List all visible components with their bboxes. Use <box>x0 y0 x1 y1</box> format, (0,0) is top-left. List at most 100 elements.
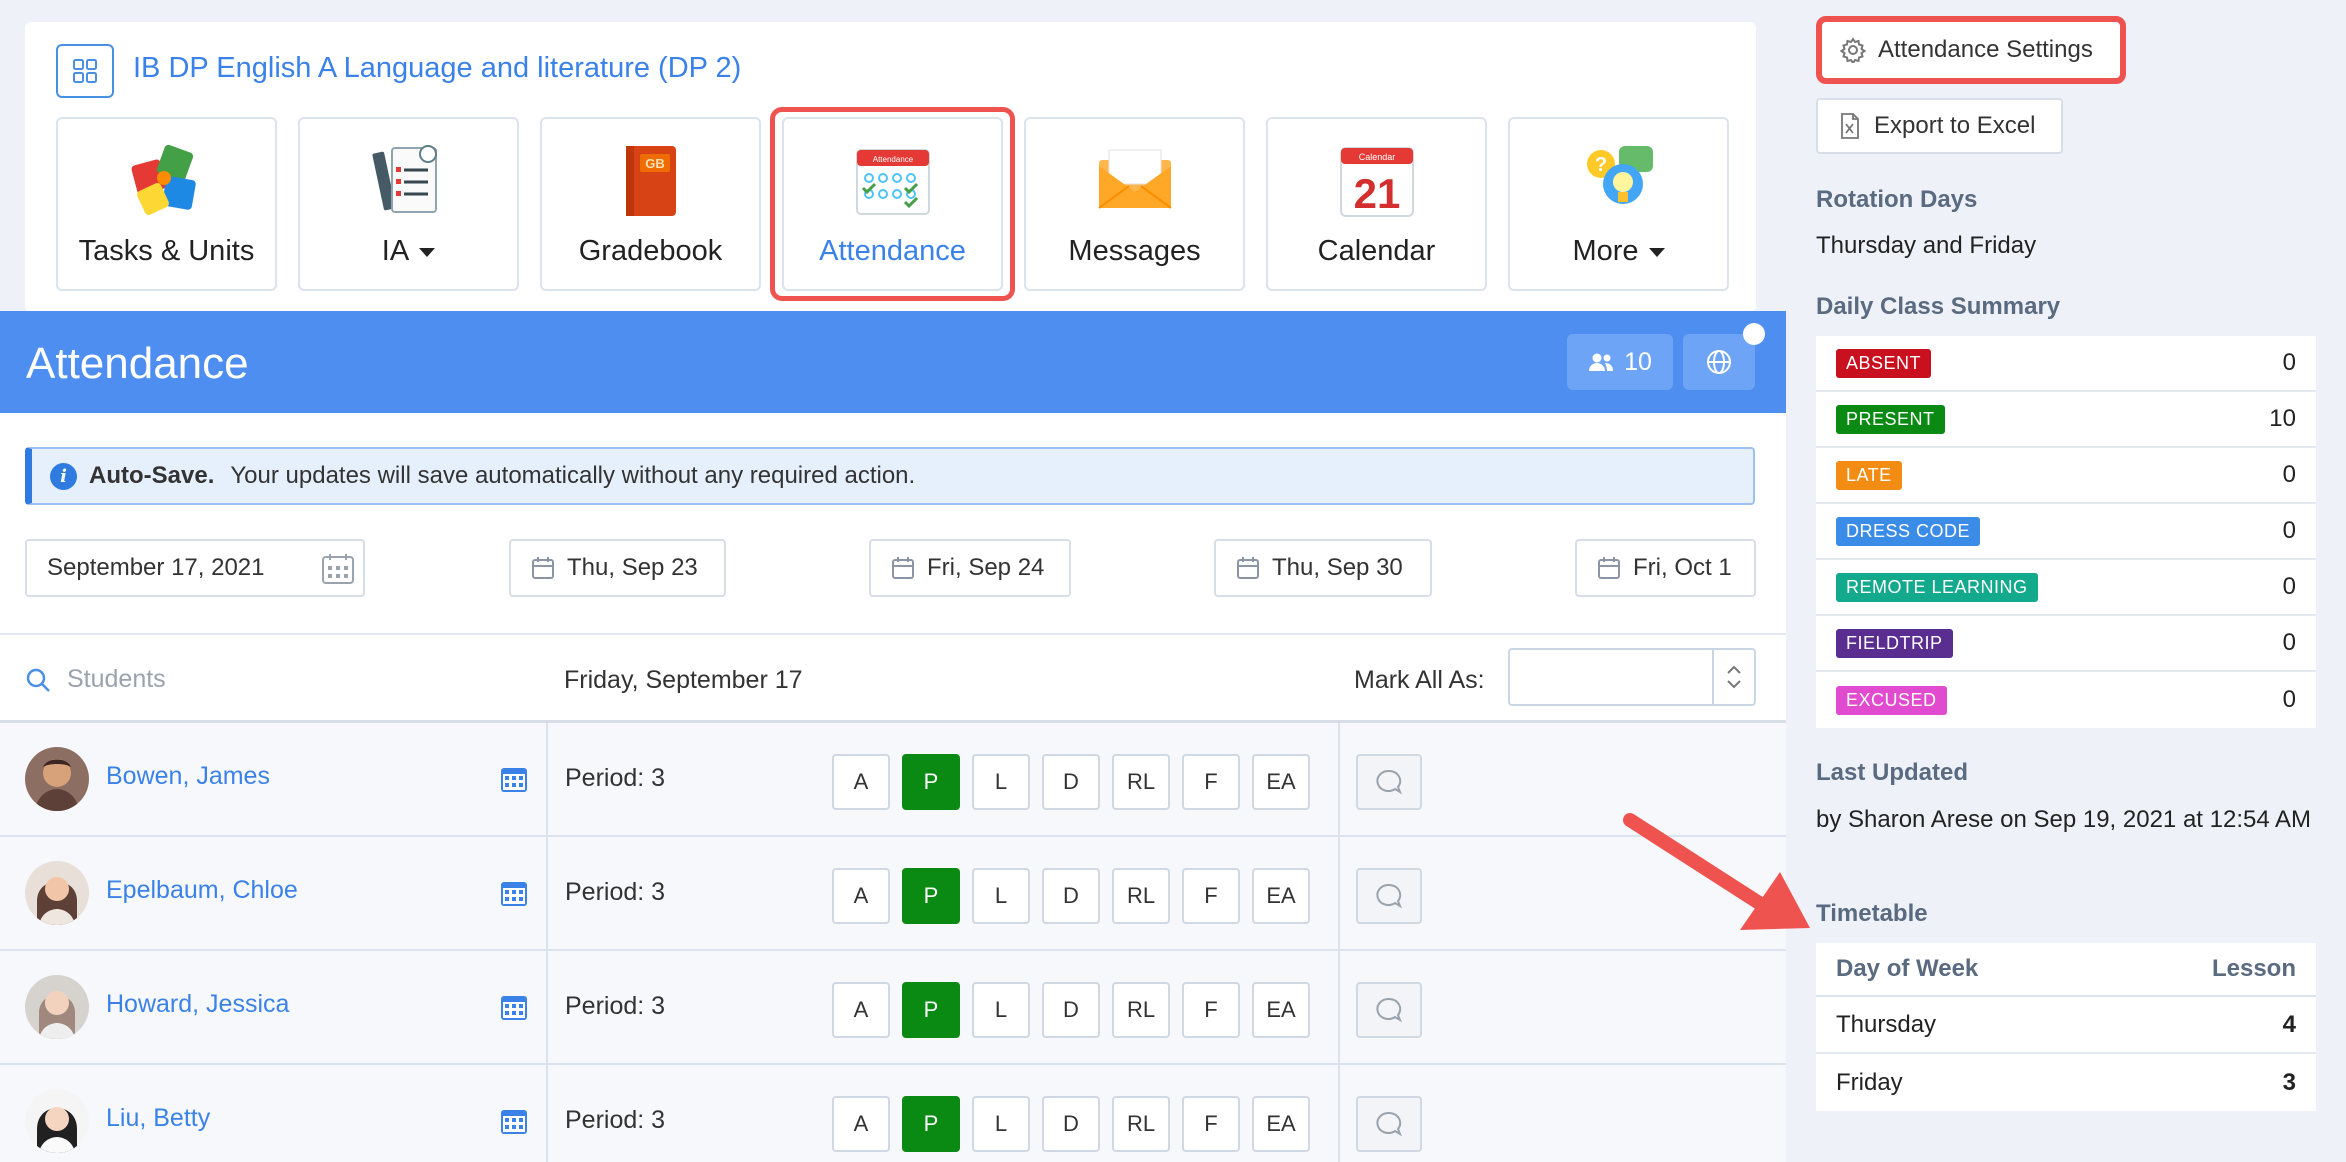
status-rl-button[interactable]: RL <box>1112 754 1170 810</box>
calendar-grid-icon[interactable] <box>500 1107 528 1135</box>
calendar-icon <box>1598 557 1620 579</box>
tile-ia[interactable]: IA <box>298 117 519 291</box>
student-count-button[interactable]: 10 <box>1567 334 1673 390</box>
select-stepper[interactable] <box>1712 650 1754 704</box>
column-header-day: Day of Week <box>1836 955 1979 982</box>
search-input[interactable] <box>67 665 467 694</box>
attendance-settings-button[interactable]: Attendance Settings <box>1816 16 2126 84</box>
status-f-button[interactable]: F <box>1182 1096 1240 1152</box>
tile-more[interactable]: ? More <box>1508 117 1729 291</box>
tile-label: Gradebook <box>578 235 723 267</box>
date-button-sep-30[interactable]: Thu, Sep 30 <box>1214 539 1432 597</box>
tile-label: Messages <box>1068 235 1201 267</box>
date-button-oct-1[interactable]: Fri, Oct 1 <box>1575 539 1756 597</box>
status-d-button[interactable]: D <box>1042 754 1100 810</box>
attendance-banner: Attendance 10 <box>0 311 1786 413</box>
date-button-sep-24[interactable]: Fri, Sep 24 <box>869 539 1071 597</box>
language-button[interactable] <box>1683 334 1755 390</box>
status-p-button[interactable]: P <box>902 868 960 924</box>
student-cell: Howard, Jessica <box>0 951 548 1063</box>
status-ea-button[interactable]: EA <box>1252 868 1310 924</box>
period-label: Period: 3 <box>565 764 666 792</box>
tile-label: Tasks & Units <box>78 235 255 267</box>
status-code-group: A P L D RL F EA <box>832 868 1322 924</box>
status-rl-button[interactable]: RL <box>1112 982 1170 1038</box>
date-button-sep-23[interactable]: Thu, Sep 23 <box>509 539 726 597</box>
chevron-up-icon <box>1727 665 1741 674</box>
summary-row-excused: EXCUSED 0 <box>1816 672 2316 728</box>
period-label: Period: 3 <box>565 992 666 1020</box>
status-rl-button[interactable]: RL <box>1112 1096 1170 1152</box>
status-f-button[interactable]: F <box>1182 868 1240 924</box>
student-name[interactable]: Liu, Betty <box>106 1104 210 1133</box>
comment-button[interactable] <box>1356 1096 1422 1152</box>
status-l-button[interactable]: L <box>972 1096 1030 1152</box>
table-row: Thursday 4 <box>1816 997 2316 1054</box>
course-menu-button[interactable] <box>56 44 114 98</box>
tile-gradebook[interactable]: GB Gradebook <box>540 117 761 291</box>
status-p-button[interactable]: P <box>902 982 960 1038</box>
chevron-down-icon <box>1727 680 1741 689</box>
status-ea-button[interactable]: EA <box>1252 754 1310 810</box>
timetable-heading: Timetable <box>1816 900 1928 927</box>
date-button-label: Fri, Sep 24 <box>927 554 1045 581</box>
avatar <box>25 1089 89 1153</box>
status-f-button[interactable]: F <box>1182 982 1240 1038</box>
annotation-arrow <box>1623 813 1810 930</box>
date-value: September 17, 2021 <box>47 554 265 581</box>
tile-calendar[interactable]: Calendar 21 Calendar <box>1266 117 1487 291</box>
status-p-button[interactable]: P <box>902 754 960 810</box>
info-icon: i <box>50 462 77 490</box>
comment-button[interactable] <box>1356 868 1422 924</box>
tile-messages[interactable]: Messages <box>1024 117 1245 291</box>
autosave-text: Your updates will save automatically wit… <box>230 462 916 489</box>
globe-icon <box>1707 350 1731 374</box>
summary-row-present: PRESENT 10 <box>1816 392 2316 448</box>
calendar-grid-icon[interactable] <box>500 993 528 1021</box>
status-a-button[interactable]: A <box>832 1096 890 1152</box>
date-picker-input[interactable]: September 17, 2021 <box>25 539 365 597</box>
status-l-button[interactable]: L <box>972 868 1030 924</box>
status-l-button[interactable]: L <box>972 982 1030 1038</box>
student-name[interactable]: Epelbaum, Chloe <box>106 876 298 905</box>
tile-label: IA <box>382 235 436 268</box>
status-f-button[interactable]: F <box>1182 754 1240 810</box>
status-ea-button[interactable]: EA <box>1252 1096 1310 1152</box>
column-header-lesson: Lesson <box>2211 955 2296 982</box>
course-title[interactable]: IB DP English A Language and literature … <box>133 52 741 85</box>
timetable-lesson: 4 <box>2282 1010 2296 1038</box>
status-d-button[interactable]: D <box>1042 1096 1100 1152</box>
comment-button[interactable] <box>1356 754 1422 810</box>
status-a-button[interactable]: A <box>832 754 890 810</box>
status-a-button[interactable]: A <box>832 982 890 1038</box>
timetable-table: Day of Week Lesson Thursday 4 Friday 3 <box>1816 943 2316 1111</box>
summary-row-dress-code: DRESS CODE 0 <box>1816 504 2316 560</box>
status-ea-button[interactable]: EA <box>1252 982 1310 1038</box>
comment-button[interactable] <box>1356 982 1422 1038</box>
calendar-grid-icon[interactable] <box>321 553 355 585</box>
status-d-button[interactable]: D <box>1042 868 1100 924</box>
summary-row-late: LATE 0 <box>1816 448 2316 504</box>
tile-attendance[interactable]: Attendance Attendance <box>770 107 1015 301</box>
svg-text:?: ? <box>1594 154 1606 176</box>
summary-count: 0 <box>2282 686 2296 713</box>
attendance-icon-text: Attendance <box>872 155 913 164</box>
status-rl-button[interactable]: RL <box>1112 868 1170 924</box>
student-name[interactable]: Bowen, James <box>106 762 270 791</box>
status-l-button[interactable]: L <box>972 754 1030 810</box>
mark-all-label: Mark All As: <box>1354 666 1485 694</box>
comment-icon <box>1376 1111 1403 1137</box>
export-excel-button[interactable]: Export to Excel <box>1816 98 2063 154</box>
calendar-grid-icon[interactable] <box>500 879 528 907</box>
calendar-grid-icon[interactable] <box>500 765 528 793</box>
status-a-button[interactable]: A <box>832 868 890 924</box>
mark-all-select[interactable] <box>1508 648 1756 706</box>
student-name[interactable]: Howard, Jessica <box>106 990 289 1019</box>
period-label: Period: 3 <box>565 1106 666 1134</box>
gear-icon <box>1840 37 1866 63</box>
status-d-button[interactable]: D <box>1042 982 1100 1038</box>
status-code-group: A P L D RL F EA <box>832 1096 1322 1152</box>
status-p-button[interactable]: P <box>902 1096 960 1152</box>
tile-tasks-units[interactable]: Tasks & Units <box>56 117 277 291</box>
table-row: Bowen, James Period: 3 A P L D RL F EA <box>0 723 1786 837</box>
